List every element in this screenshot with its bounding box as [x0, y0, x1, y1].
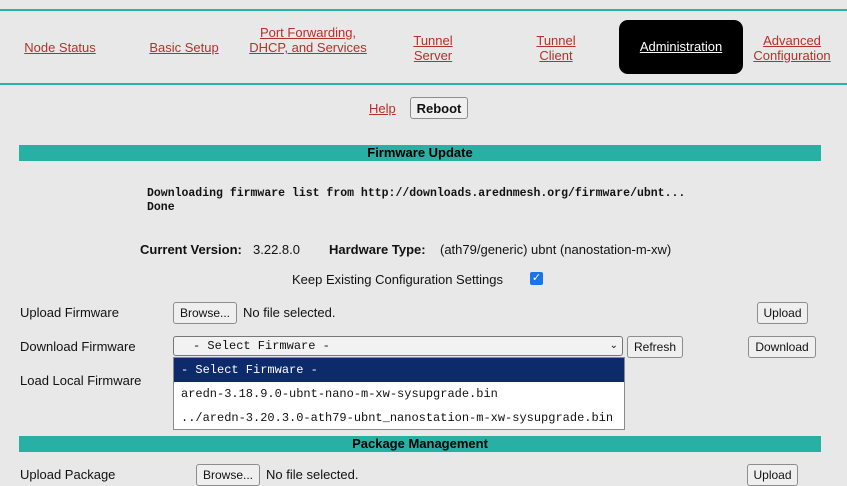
firmware-log-line: Downloading firmware list from http://do… — [147, 187, 686, 200]
firmware-option[interactable]: ../aredn-3.20.3.0-ath79-ubnt_nanostation… — [174, 406, 624, 430]
hardware-type-label: Hardware Type: — [329, 242, 426, 257]
package-management-header: Package Management — [19, 436, 821, 452]
nav-administration[interactable]: Administration — [619, 20, 743, 74]
reboot-button[interactable]: Reboot — [410, 97, 468, 119]
nav-port-forwarding[interactable]: Port Forwarding, DHCP, and Services — [248, 25, 368, 55]
hardware-type-value: (ath79/generic) ubnt (nanostation-m-xw) — [440, 242, 672, 257]
firmware-options-list: - Select Firmware - aredn-3.18.9.0-ubnt-… — [173, 357, 625, 430]
current-version-label: Current Version: — [140, 242, 242, 257]
load-local-firmware-label: Load Local Firmware — [20, 373, 142, 388]
firmware-file-status: No file selected. — [243, 305, 336, 320]
keep-config-checkbox[interactable]: ✓ — [530, 272, 543, 285]
nav-node-status[interactable]: Node Status — [10, 40, 110, 55]
help-link[interactable]: Help — [369, 101, 396, 116]
firmware-option[interactable]: - Select Firmware - — [174, 358, 624, 382]
nav-tunnel-server[interactable]: Tunnel Server — [398, 33, 468, 63]
package-browse-button[interactable]: Browse... — [196, 464, 260, 486]
current-version-value: 3.22.8.0 — [253, 242, 300, 257]
nav-basic-setup[interactable]: Basic Setup — [136, 40, 232, 55]
download-firmware-label: Download Firmware — [20, 339, 136, 354]
upload-package-label: Upload Package — [20, 467, 116, 482]
package-upload-button[interactable]: Upload — [747, 464, 798, 486]
upload-firmware-label: Upload Firmware — [20, 305, 119, 320]
firmware-select[interactable]: - Select Firmware - ⌄ — [173, 336, 623, 356]
refresh-button[interactable]: Refresh — [627, 336, 683, 358]
firmware-update-header: Firmware Update — [19, 145, 821, 161]
firmware-upload-button[interactable]: Upload — [757, 302, 808, 324]
nav-advanced-configuration[interactable]: Advanced Configuration — [746, 33, 838, 63]
firmware-select-value: - Select Firmware - — [193, 339, 330, 353]
top-accent-line — [0, 9, 847, 11]
firmware-browse-button[interactable]: Browse... — [173, 302, 237, 324]
firmware-option[interactable]: aredn-3.18.9.0-ubnt-nano-m-xw-sysupgrade… — [174, 382, 624, 406]
firmware-log-done: Done — [147, 201, 175, 214]
main-nav: Node Status Basic Setup Port Forwarding,… — [0, 16, 847, 78]
package-file-status: No file selected. — [266, 467, 359, 482]
nav-tunnel-client[interactable]: Tunnel Client — [526, 33, 586, 63]
keep-config-label: Keep Existing Configuration Settings — [292, 272, 504, 287]
firmware-download-button[interactable]: Download — [748, 336, 816, 358]
nav-bottom-line — [0, 83, 847, 85]
chevron-down-icon: ⌄ — [609, 340, 618, 351]
